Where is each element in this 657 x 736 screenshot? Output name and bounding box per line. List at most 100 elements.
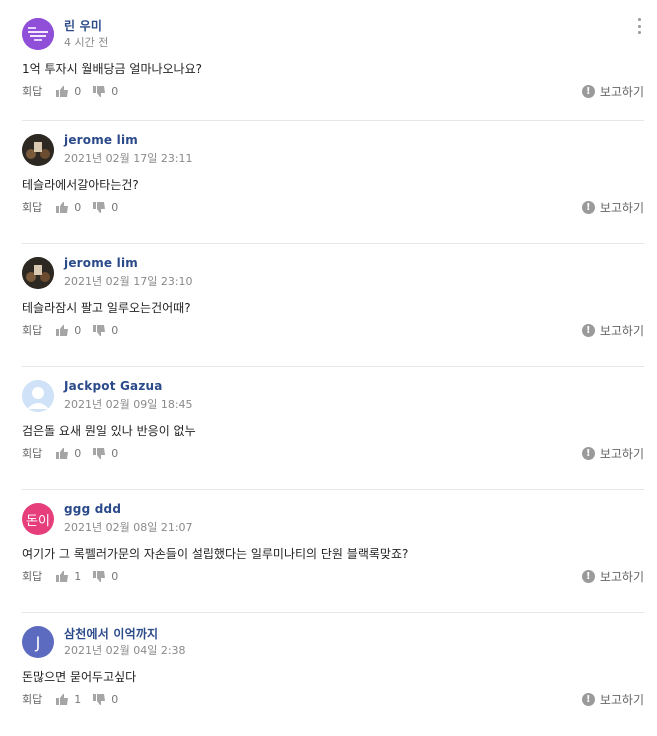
comment-item: 린 우미 4 시간 전 1억 투자시 월배당금 얼마나오나요? 회답 0 0 !… <box>22 6 644 121</box>
avatar[interactable] <box>22 18 54 50</box>
reply-button[interactable]: 회답 <box>22 322 42 338</box>
like-count: 0 <box>74 84 82 98</box>
comment-item: 돈이 ggg ddd 2021년 02월 08일 21:07 여기가 그 록펠러… <box>22 491 644 613</box>
reply-button[interactable]: 회답 <box>22 691 42 707</box>
thumbs-up-icon <box>56 447 69 459</box>
warning-icon: ! <box>581 201 595 214</box>
report-button[interactable]: ! 보고하기 <box>581 445 644 462</box>
reply-button[interactable]: 회답 <box>22 445 42 461</box>
dislike-count: 0 <box>111 84 119 98</box>
avatar[interactable]: J <box>22 626 54 658</box>
dislike-button[interactable]: 0 <box>93 693 118 706</box>
reply-button[interactable]: 회답 <box>22 199 42 215</box>
thumbs-down-icon <box>93 447 106 459</box>
comment-author[interactable]: Jackpot Gazua <box>64 379 163 393</box>
comment-item: jerome lim 2021년 02월 17일 23:11 테슬라에서갈아타는… <box>22 122 644 244</box>
thumbs-down-icon <box>93 201 106 213</box>
dislike-button[interactable]: 0 <box>93 570 118 583</box>
avatar[interactable] <box>22 257 54 289</box>
warning-icon: ! <box>581 324 595 337</box>
like-button[interactable]: 0 <box>56 447 81 460</box>
like-button[interactable]: 0 <box>56 201 81 214</box>
report-button[interactable]: ! 보고하기 <box>581 568 644 585</box>
comment-author[interactable]: jerome lim <box>64 256 138 270</box>
reply-button[interactable]: 회답 <box>22 83 42 99</box>
comment-timestamp: 2021년 02월 17일 23:10 <box>64 275 193 288</box>
report-label: 보고하기 <box>599 447 644 461</box>
report-label: 보고하기 <box>599 85 644 99</box>
dislike-button[interactable]: 0 <box>93 447 118 460</box>
comment-item: J 삼천에서 이억까지 2021년 02월 04일 2:38 돈많으면 묻어두고… <box>22 614 644 736</box>
reply-button[interactable]: 회답 <box>22 568 42 584</box>
report-label: 보고하기 <box>599 570 644 584</box>
dislike-count: 0 <box>111 323 119 337</box>
report-button[interactable]: ! 보고하기 <box>581 83 644 100</box>
default-avatar-icon <box>22 380 54 412</box>
comment-actions: 회답 0 0 <box>22 445 130 461</box>
comment-author[interactable]: ggg ddd <box>64 502 121 516</box>
avatar-initials: J <box>35 632 41 652</box>
like-count: 1 <box>74 692 82 706</box>
more-options-icon[interactable] <box>638 18 644 34</box>
like-button[interactable]: 0 <box>56 85 81 98</box>
comment-timestamp: 4 시간 전 <box>64 36 109 49</box>
comment-text: 테슬라에서갈아타는건? <box>22 178 139 192</box>
avatar[interactable] <box>22 380 54 412</box>
comment-actions: 회답 0 0 <box>22 83 130 99</box>
comment-author[interactable]: 삼천에서 이억까지 <box>64 625 158 642</box>
comment-actions: 회답 0 0 <box>22 199 130 215</box>
report-label: 보고하기 <box>599 693 644 707</box>
dislike-count: 0 <box>111 569 119 583</box>
report-label: 보고하기 <box>599 324 644 338</box>
like-count: 0 <box>74 446 82 460</box>
warning-icon: ! <box>581 693 595 706</box>
like-button[interactable]: 1 <box>56 570 81 583</box>
comment-timestamp: 2021년 02월 04일 2:38 <box>64 644 186 657</box>
like-count: 0 <box>74 323 82 337</box>
thumbs-down-icon <box>93 693 106 705</box>
like-count: 0 <box>74 200 82 214</box>
report-button[interactable]: ! 보고하기 <box>581 691 644 708</box>
dislike-count: 0 <box>111 692 119 706</box>
thumbs-up-icon <box>56 570 69 582</box>
comment-actions: 회답 1 0 <box>22 568 130 584</box>
report-label: 보고하기 <box>599 201 644 215</box>
avatar-initials: 돈이 <box>26 513 50 529</box>
comment-timestamp: 2021년 02월 08일 21:07 <box>64 521 193 534</box>
dislike-button[interactable]: 0 <box>93 324 118 337</box>
comment-author[interactable]: jerome lim <box>64 133 138 147</box>
profile-photo-icon <box>22 18 54 50</box>
avatar[interactable] <box>22 134 54 166</box>
warning-icon: ! <box>581 85 595 98</box>
comment-text: 테슬라잠시 팔고 일루오는건어때? <box>22 301 191 315</box>
comment-list: 린 우미 4 시간 전 1억 투자시 월배당금 얼마나오나요? 회답 0 0 !… <box>22 6 644 736</box>
avatar[interactable]: 돈이 <box>22 503 54 535</box>
dislike-button[interactable]: 0 <box>93 201 118 214</box>
thumbs-up-icon <box>56 693 69 705</box>
thumbs-up-icon <box>56 324 69 336</box>
like-count: 1 <box>74 569 82 583</box>
dislike-count: 0 <box>111 200 119 214</box>
comment-text: 검은돌 요새 뭔일 있나 반응이 없누 <box>22 424 196 438</box>
report-button[interactable]: ! 보고하기 <box>581 322 644 339</box>
dislike-button[interactable]: 0 <box>93 85 118 98</box>
comment-timestamp: 2021년 02월 09일 18:45 <box>64 398 193 411</box>
thumbs-down-icon <box>93 324 106 336</box>
comment-text: 1억 투자시 월배당금 얼마나오나요? <box>22 62 203 76</box>
profile-photo-icon <box>22 257 54 289</box>
comment-actions: 회답 1 0 <box>22 691 130 707</box>
report-button[interactable]: ! 보고하기 <box>581 199 644 216</box>
comment-item: jerome lim 2021년 02월 17일 23:10 테슬라잠시 팔고 … <box>22 245 644 367</box>
thumbs-down-icon <box>93 85 106 97</box>
comment-item: Jackpot Gazua 2021년 02월 09일 18:45 검은돌 요새… <box>22 368 644 490</box>
like-button[interactable]: 0 <box>56 324 81 337</box>
comment-text: 여기가 그 록펠러가문의 자손들이 설립했다는 일루미나티의 단원 블랙록맞죠? <box>22 547 409 561</box>
dislike-count: 0 <box>111 446 119 460</box>
like-button[interactable]: 1 <box>56 693 81 706</box>
thumbs-down-icon <box>93 570 106 582</box>
comment-author[interactable]: 린 우미 <box>64 17 102 34</box>
comment-text: 돈많으면 묻어두고싶다 <box>22 670 137 684</box>
thumbs-up-icon <box>56 201 69 213</box>
profile-photo-icon <box>22 134 54 166</box>
comment-timestamp: 2021년 02월 17일 23:11 <box>64 152 193 165</box>
